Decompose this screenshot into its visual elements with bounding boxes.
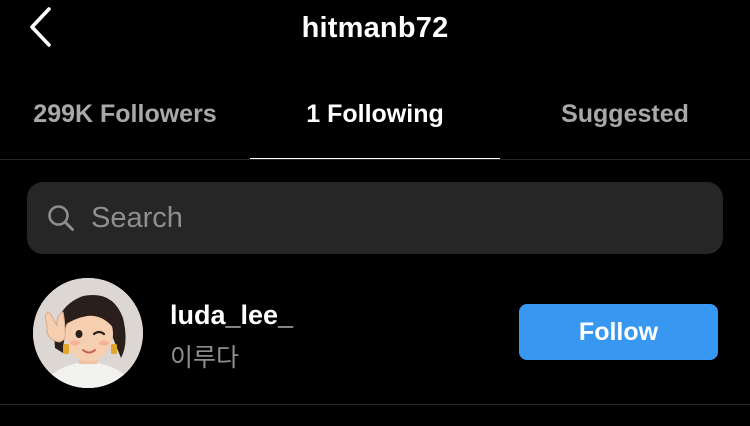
search-input[interactable] [91, 182, 723, 254]
tab-following[interactable]: 1 Following [250, 88, 500, 160]
username: luda_lee_ [170, 300, 294, 330]
full-name: 이루다 [170, 343, 240, 372]
avatar[interactable] [33, 278, 143, 388]
tab-followers[interactable]: 299K Followers [0, 88, 250, 160]
follow-button[interactable]: Follow [519, 304, 718, 360]
list-item[interactable]: luda_lee_ 이루다 Follow [0, 270, 750, 402]
tab-bar: 299K Followers 1 Following Suggested [0, 88, 750, 160]
tab-suggested[interactable]: Suggested [500, 88, 750, 160]
page-title: hitmanb72 [301, 12, 449, 44]
search-bar[interactable] [27, 182, 723, 254]
header-bar: hitmanb72 [0, 0, 750, 60]
tabs-divider [0, 159, 750, 160]
row-divider [0, 404, 750, 405]
search-icon [47, 204, 75, 232]
